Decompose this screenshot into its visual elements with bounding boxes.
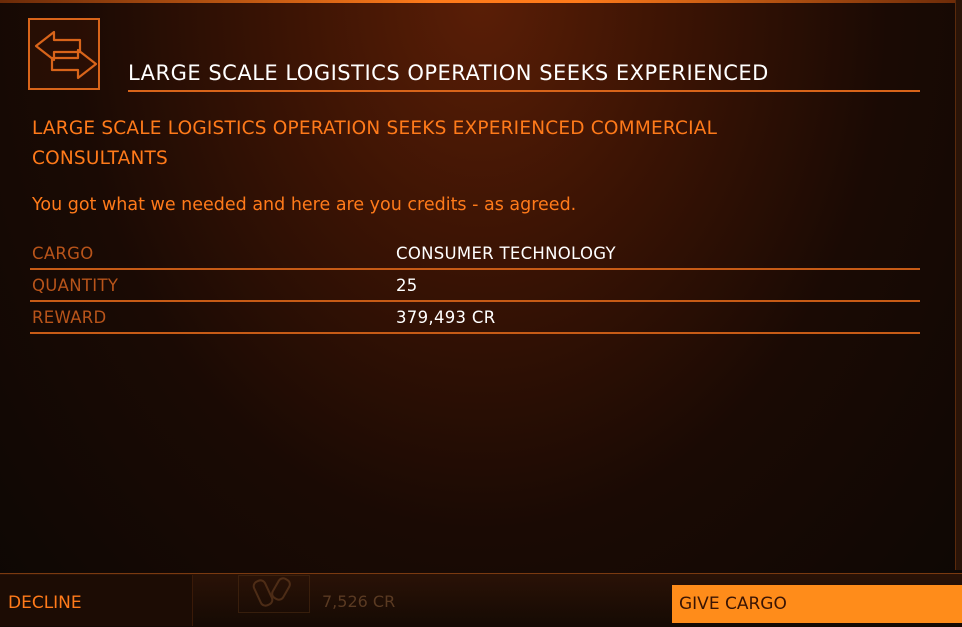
decline-button[interactable]: DECLINE (0, 575, 193, 626)
detail-row-quantity: QUANTITY 25 (30, 270, 920, 302)
give-cargo-label: GIVE CARGO (679, 594, 787, 614)
give-cargo-button[interactable]: GIVE CARGO (672, 585, 962, 623)
top-frame-line (0, 0, 962, 3)
detail-value: 25 (396, 276, 418, 295)
scrollbar[interactable] (955, 0, 962, 570)
detail-label: CARGO (32, 244, 94, 263)
detail-row-cargo: CARGO CONSUMER TECHNOLOGY (30, 238, 920, 270)
detail-label: REWARD (32, 308, 107, 327)
mission-message: You got what we needed and here are you … (32, 195, 577, 215)
detail-value: CONSUMER TECHNOLOGY (396, 244, 616, 263)
mission-subtitle: LARGE SCALE LOGISTICS OPERATION SEEKS EX… (32, 118, 718, 169)
cargo-item-icon (238, 575, 310, 613)
detail-row-reward: REWARD 379,493 CR (30, 302, 920, 334)
decline-label: DECLINE (8, 593, 82, 613)
credits-balance: 7,526 CR (322, 592, 396, 611)
mission-icon-box (28, 18, 100, 90)
mission-title: LARGE SCALE LOGISTICS OPERATION SEEKS EX… (128, 58, 920, 92)
detail-label: QUANTITY (32, 276, 119, 295)
detail-value: 379,493 CR (396, 308, 496, 327)
transaction-arrows-icon (34, 30, 98, 80)
mission-details-table: CARGO CONSUMER TECHNOLOGY QUANTITY 25 RE… (30, 238, 920, 334)
